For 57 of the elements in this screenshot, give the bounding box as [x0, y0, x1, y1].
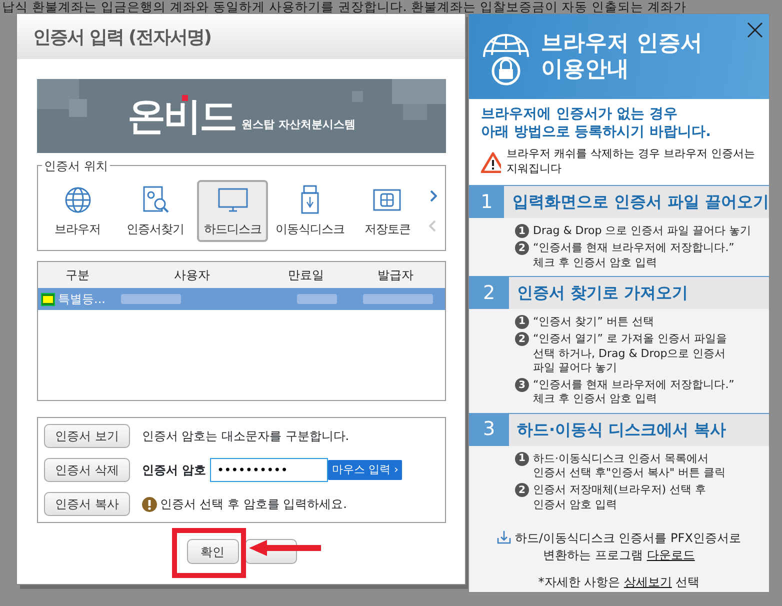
detail-text: *자세한 사항은 상세보기 선택	[537, 574, 701, 590]
step-text: 인증서 저장매체(브라우저) 선택 후 인증서 암호 입력	[533, 483, 706, 512]
column-header: 발급자	[376, 267, 414, 284]
step-text: “인증서를 현재 브라우저에 저장합니다.” 체크 후 인증서 암호 입력	[533, 378, 734, 407]
step-number-icon: 2	[515, 483, 529, 498]
step-number-icon: 1	[515, 452, 529, 466]
password-label: 인증서 암호	[142, 462, 206, 479]
logo-subtitle: 원스탑 자산처분시스템	[242, 116, 356, 133]
certificate-button[interactable]: 인증서 삭제	[44, 458, 130, 482]
location-tab[interactable]: 인증서찾기	[119, 180, 191, 242]
location-tab[interactable]: 하드디스크	[196, 180, 268, 242]
table-cell-text: 특별등...	[58, 291, 106, 308]
logo-text: 온비드	[128, 97, 236, 135]
location-tab[interactable]: 이동식디스크	[274, 180, 346, 242]
column-header: 구분	[64, 267, 91, 284]
password-field[interactable]: ••••••••••	[210, 458, 328, 482]
square-pattern-drawing	[392, 79, 446, 120]
column-header: 사용자	[172, 267, 211, 284]
step-number-icon: 2	[515, 332, 529, 346]
step-number: 3	[469, 414, 509, 446]
step-number-icon: 1	[515, 224, 529, 238]
section-title: 입력화면으로 인증서 파일 끌어오기	[511, 191, 769, 214]
certificate-button[interactable]: 인증서 보기	[44, 424, 130, 448]
download-link[interactable]: 다운로드	[646, 548, 695, 562]
step-number: 1	[469, 186, 504, 218]
step-text: “인증서 찾기” 버튼 선택	[533, 314, 654, 330]
hint-text: 인증서 암호는 대소문자를 구분합니다.	[142, 428, 350, 445]
guide-title: 브라우저 인증서 이용안내	[541, 31, 703, 82]
step-text: 하드·이동식디스크 인증서 목록에서 인증서 선택 후"인증서 복사" 버튼 클릭	[533, 452, 726, 480]
section-title: 하드·이동식 디스크에서 복사	[516, 418, 726, 441]
step-number-icon: 1	[515, 314, 529, 329]
step-number-icon: 3	[515, 378, 529, 392]
warning-text: 인증서 선택 후 암호를 입력하세요.	[160, 496, 347, 513]
close-button[interactable]	[747, 20, 763, 38]
dialog-button[interactable]: 확인	[186, 539, 238, 564]
square-pattern-drawing	[37, 79, 87, 117]
warning-text: 브라우저 캐쉬를 삭제하는 경우 브라우저 인증서는 지워집니다	[506, 147, 756, 178]
location-tab[interactable]: 저장토큰	[352, 180, 424, 242]
notice-text: 브라우저에 인증서가 없는 경우 아래 방법으로 등록하시기 바랍니다.	[481, 105, 712, 142]
download-icon[interactable]	[497, 530, 512, 544]
location-tab[interactable]: 브라우저	[42, 180, 114, 242]
step-number: 2	[469, 276, 509, 309]
mouse-input-button[interactable]: 마우스 입력 ›	[328, 460, 402, 480]
step-text: “인증서 열기” 로 가져올 인증서 파일을 선택 하거나, Drag & Drop으로 인증서 파일 끌어다 놓기	[533, 332, 727, 376]
download-text: 하드/이동식디스크 인증서를 PFX인증서로 변환하는 프로그램 다운로드	[469, 530, 769, 564]
background-text: 납식 환불계좌는 입금은행의 계좌와 동일하게 사용하기를 권장합니다. 환불계좌는 입찰보증금이 자동 인출되는 계좌가	[1, 0, 688, 13]
warning-icon	[481, 152, 501, 173]
certificate-icon	[41, 292, 55, 306]
detail-link[interactable]: 상세보기	[624, 574, 672, 589]
certificate-button[interactable]: 인증서 복사	[44, 492, 130, 516]
next-icon[interactable]	[429, 190, 438, 202]
section-title: 인증서 찾기로 가져오기	[516, 282, 688, 304]
column-header: 만료일	[287, 267, 326, 284]
alert-icon	[142, 496, 157, 512]
step-number-icon: 2	[515, 241, 529, 256]
step-text: Drag & Drop 으로 인증서 파일 끌어다 놓기	[533, 224, 752, 238]
step-text: “인증서를 현재 브라우저에 저장합니다.” 체크 후 인증서 암호 입력	[533, 241, 734, 270]
